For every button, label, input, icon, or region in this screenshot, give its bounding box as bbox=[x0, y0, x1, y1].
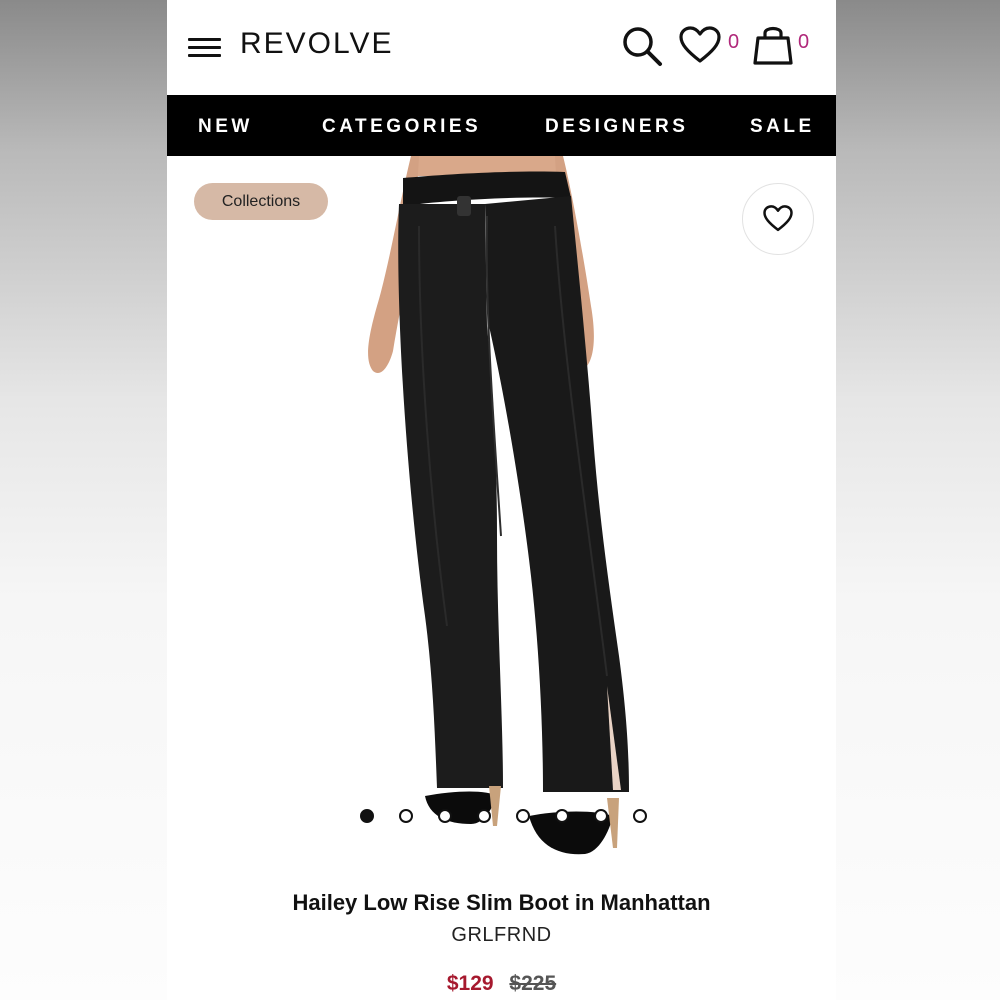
nav-item-sale[interactable]: SALE bbox=[750, 95, 815, 156]
collections-badge[interactable]: Collections bbox=[194, 183, 328, 220]
pagination-dot[interactable] bbox=[477, 809, 491, 823]
pagination-dot[interactable] bbox=[555, 809, 569, 823]
product-brand[interactable]: GRLFRND bbox=[167, 924, 836, 947]
background-left bbox=[0, 0, 167, 1000]
logo[interactable]: REVOLVE bbox=[240, 27, 394, 61]
sale-price: $129 bbox=[446, 972, 494, 995]
mobile-screen: REVOLVE 0 0 NEW CATEGORIES DESIGNERS SAL… bbox=[167, 0, 836, 1000]
pagination-dot[interactable] bbox=[594, 809, 608, 823]
header: REVOLVE 0 0 bbox=[167, 0, 836, 95]
wishlist-count: 0 bbox=[728, 31, 740, 53]
bag-count: 0 bbox=[798, 31, 810, 53]
bag-icon[interactable] bbox=[752, 22, 794, 66]
pagination-dot[interactable] bbox=[438, 809, 452, 823]
add-to-wishlist-button[interactable] bbox=[742, 183, 814, 255]
pagination-dot[interactable] bbox=[360, 809, 374, 823]
heart-icon bbox=[763, 205, 793, 232]
pagination-dot[interactable] bbox=[516, 809, 530, 823]
pagination-dot[interactable] bbox=[399, 809, 413, 823]
nav-item-designers[interactable]: DESIGNERS bbox=[545, 95, 688, 156]
pagination-dot[interactable] bbox=[633, 809, 647, 823]
nav-item-new[interactable]: NEW bbox=[198, 95, 253, 156]
search-icon[interactable] bbox=[620, 24, 664, 68]
background-right bbox=[833, 0, 1000, 1000]
product-title: Hailey Low Rise Slim Boot in Manhattan bbox=[292, 890, 711, 915]
product-image bbox=[368, 156, 629, 855]
product-gallery[interactable]: Collections bbox=[167, 156, 836, 880]
original-price: $225 bbox=[509, 972, 557, 995]
menu-icon[interactable] bbox=[188, 36, 221, 58]
nav-item-categories[interactable]: CATEGORIES bbox=[322, 95, 481, 156]
heart-icon[interactable] bbox=[679, 26, 721, 64]
price-row: $129 $225 bbox=[167, 972, 836, 996]
category-nav: NEW CATEGORIES DESIGNERS SALE bbox=[167, 95, 836, 156]
